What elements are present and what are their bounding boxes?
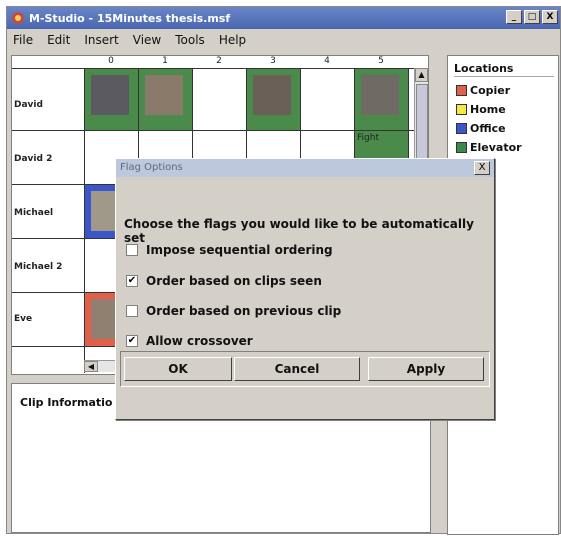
minimize-button[interactable]: _ [506, 10, 522, 24]
scroll-left-icon[interactable]: ◀ [84, 361, 98, 372]
option-label: Impose sequential ordering [146, 243, 333, 257]
row-label-david: David [14, 100, 43, 110]
option-impose-sequential-ordering[interactable]: Impose sequential ordering [126, 243, 333, 257]
menu-bar: File Edit Insert View Tools Help [7, 29, 560, 51]
close-button[interactable]: X [542, 10, 558, 24]
clip-thumbnail [91, 75, 129, 115]
location-swatch [456, 142, 467, 153]
location-label: Home [470, 103, 506, 116]
row-label-eve: Eve [14, 314, 33, 324]
row-label-david-2: David 2 [14, 154, 53, 164]
checkbox[interactable]: ✔ [126, 275, 138, 287]
window-title: M-Studio - 15Minutes thesis.msf [29, 11, 231, 25]
clip-thumbnail [361, 75, 399, 115]
flag-options-dialog: Flag Options X Choose the flags you woul… [115, 158, 495, 420]
scroll-up-icon[interactable]: ▲ [415, 68, 428, 82]
menu-insert[interactable]: Insert [84, 33, 118, 47]
menu-tools[interactable]: Tools [175, 33, 205, 47]
ok-button[interactable]: OK [124, 357, 232, 381]
clip-cell[interactable] [247, 69, 300, 130]
menu-file[interactable]: File [13, 33, 33, 47]
app-icon [12, 12, 24, 24]
location-label: Elevator [470, 141, 522, 154]
clip-cell[interactable] [85, 69, 138, 130]
divider [454, 76, 554, 77]
clip-thumbnail [145, 75, 183, 115]
row-label-michael: Michael [14, 208, 54, 218]
apply-button[interactable]: Apply [368, 357, 484, 381]
clip-cell[interactable] [355, 69, 408, 130]
checkbox[interactable]: ✔ [126, 335, 138, 347]
menu-edit[interactable]: Edit [47, 33, 70, 47]
menu-help[interactable]: Help [219, 33, 246, 47]
location-label: Office [470, 122, 506, 135]
option-label: Order based on previous clip [146, 304, 342, 318]
location-swatch [456, 85, 467, 96]
checkbox[interactable] [126, 305, 138, 317]
option-allow-crossover[interactable]: ✔ Allow crossover [126, 334, 253, 348]
location-item-home[interactable]: Home [456, 103, 506, 116]
location-item-elevator[interactable]: Elevator [456, 141, 522, 154]
location-label: Copier [470, 84, 511, 97]
cancel-button[interactable]: Cancel [234, 357, 360, 381]
clip-caption: Fight [357, 133, 379, 143]
clip-information-label: Clip Informatio [20, 396, 113, 409]
location-swatch [456, 104, 467, 115]
location-swatch [456, 123, 467, 134]
location-item-copier[interactable]: Copier [456, 84, 510, 97]
title-bar[interactable]: M-Studio - 15Minutes thesis.msf _ □ X [7, 7, 560, 29]
option-label: Allow crossover [146, 334, 253, 348]
clip-cell[interactable] [139, 69, 192, 130]
option-order-based-on-previous-clip[interactable]: Order based on previous clip [126, 304, 341, 318]
dialog-title[interactable]: Flag Options [116, 159, 494, 177]
checkbox[interactable] [126, 244, 138, 256]
option-order-based-on-clips-seen[interactable]: ✔ Order based on clips seen [126, 274, 322, 288]
row-label-michael-2: Michael 2 [14, 262, 63, 272]
dialog-prompt: Choose the flags you would like to be au… [124, 217, 474, 245]
clip-thumbnail [253, 75, 291, 115]
locations-title: Locations [454, 62, 514, 75]
menu-view[interactable]: View [133, 33, 161, 47]
maximize-button[interactable]: □ [524, 10, 540, 24]
location-item-office[interactable]: Office [456, 122, 506, 135]
dialog-close-button[interactable]: X [474, 161, 490, 175]
option-label: Order based on clips seen [146, 274, 322, 288]
